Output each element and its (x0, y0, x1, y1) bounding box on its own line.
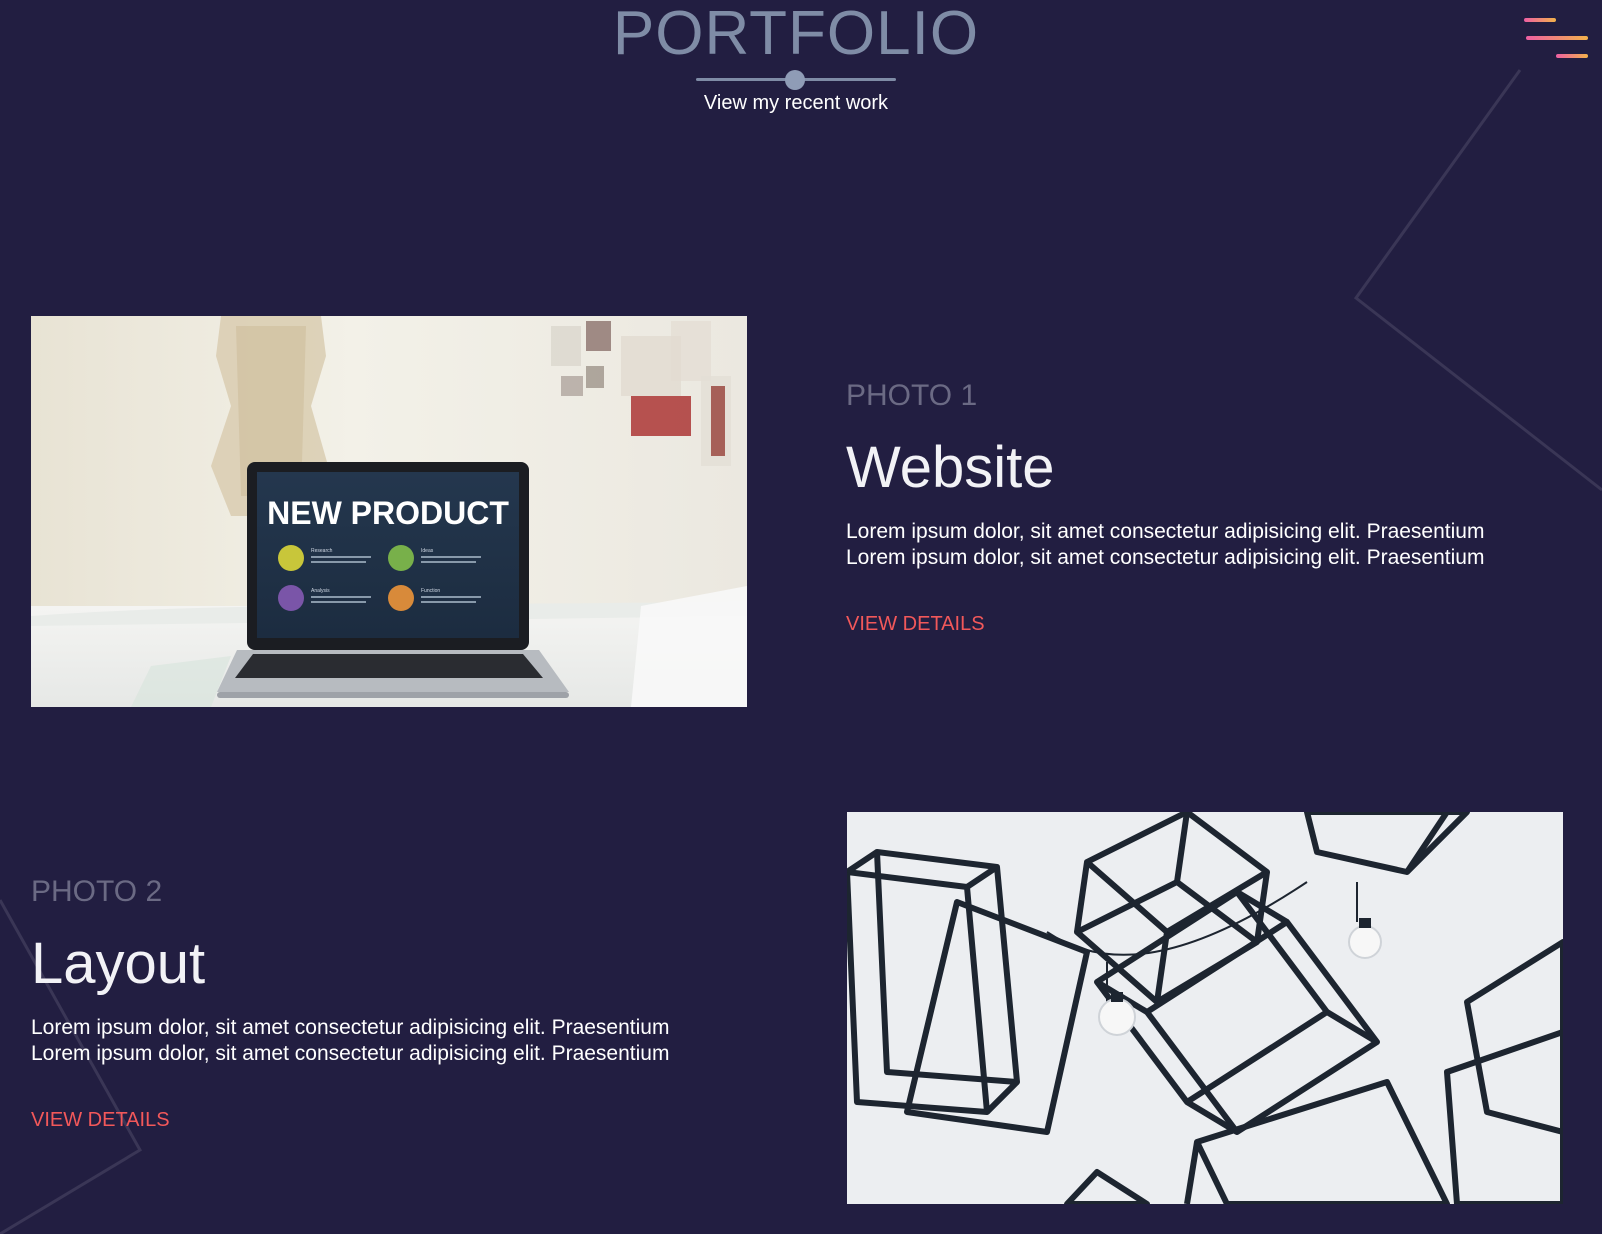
description-line: Lorem ipsum dolor, sit amet consectetur … (31, 1042, 670, 1065)
svg-text:Research: Research (311, 548, 333, 554)
hamburger-menu-icon[interactable] (1524, 16, 1588, 60)
menu-bar-middle (1526, 36, 1588, 40)
portfolio-page: PORTFOLIO View my recent work NEW PRODUC… (0, 0, 1602, 1234)
laptop-photo: NEW PRODUCT Research Ideas Analysis Func… (31, 316, 747, 707)
menu-bar-bottom (1556, 54, 1588, 58)
page-title: PORTFOLIO (612, 0, 980, 68)
wire-cubes-photo (847, 812, 1563, 1204)
description-line: Lorem ipsum dolor, sit amet consectetur … (846, 520, 1485, 543)
project-1-text: PHOTO 1 Website Lorem ipsum dolor, sit a… (846, 375, 1546, 636)
laptop-screen-heading: NEW PRODUCT (267, 495, 509, 531)
svg-text:Ideas: Ideas (421, 548, 434, 554)
description-line: Lorem ipsum dolor, sit amet consectetur … (31, 1016, 670, 1039)
project-2-view-details-link[interactable]: VIEW DETAILS (31, 1109, 170, 1132)
project-1-description: Lorem ipsum dolor, sit amet consectetur … (846, 519, 1546, 571)
svg-text:Analysis: Analysis (311, 588, 330, 594)
project-2-text: PHOTO 2 Layout Lorem ipsum dolor, sit am… (31, 871, 731, 1132)
project-1-photo-label: PHOTO 1 (846, 379, 978, 412)
project-2-photo-label: PHOTO 2 (31, 875, 163, 908)
portfolio-header: PORTFOLIO View my recent work (0, 0, 1602, 130)
project-1-image: NEW PRODUCT Research Ideas Analysis Func… (31, 316, 747, 707)
svg-text:Function: Function (421, 588, 440, 594)
project-2-image (847, 812, 1563, 1204)
description-line: Lorem ipsum dolor, sit amet consectetur … (846, 546, 1485, 569)
project-1-view-details-link[interactable]: VIEW DETAILS (846, 613, 985, 636)
menu-bar-top (1524, 18, 1556, 22)
page-subtitle: View my recent work (703, 92, 889, 114)
title-underline-dot (785, 70, 805, 90)
project-2-title: Layout (31, 931, 206, 996)
project-2-description: Lorem ipsum dolor, sit amet consectetur … (31, 1015, 731, 1067)
project-1-title: Website (846, 435, 1055, 500)
